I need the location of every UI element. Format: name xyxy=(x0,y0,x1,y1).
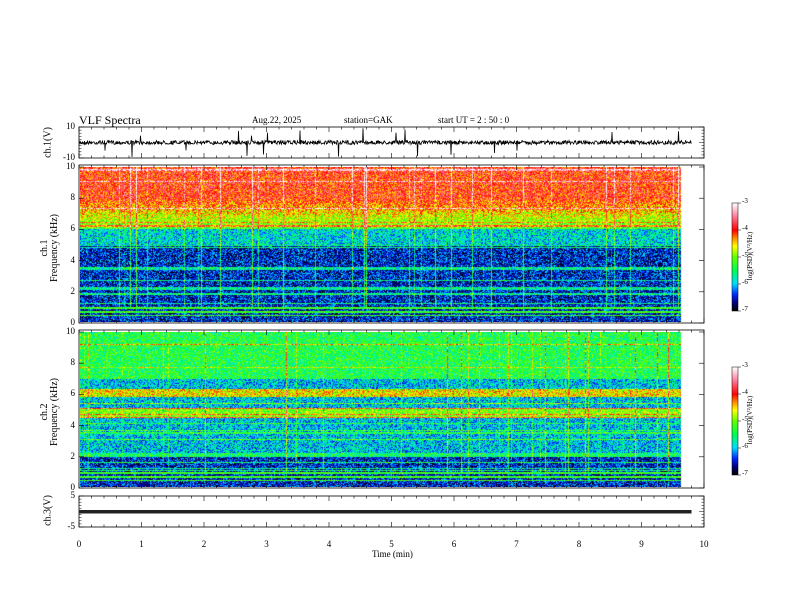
x-axis-label: Time (min) xyxy=(372,549,413,559)
ch1-spec-ylabel: ch.1 Frequency (kHz) xyxy=(39,213,60,283)
y-tick-label: 8 xyxy=(70,357,76,368)
y-tick-label: -5 xyxy=(67,521,76,531)
colorbar-tick-label: -6 xyxy=(742,278,748,286)
colorbar-tick-label: -4 xyxy=(742,224,748,232)
panel-frame-3 xyxy=(78,329,705,489)
x-tick-label: 1 xyxy=(139,539,144,549)
colorbar-tick-label: -7 xyxy=(742,305,748,313)
colorbar-tick-label: -5 xyxy=(742,251,748,259)
ch3-waveform-ylabel: ch.3(V) xyxy=(42,495,54,526)
colorbar-frame xyxy=(731,202,739,312)
ch1-waveform-ylabel: ch.1(V) xyxy=(42,127,54,158)
colorbar-tick-label: -3 xyxy=(742,197,748,205)
ch1-waveform-line xyxy=(78,128,692,158)
ch2-spec-ylabel: ch.2 Frequency (kHz) xyxy=(39,377,60,447)
y-tick-label: 4 xyxy=(70,254,76,265)
x-tick-label: 8 xyxy=(576,539,582,549)
y-tick-label: 2 xyxy=(70,285,76,296)
y-tick-label: 10 xyxy=(66,121,75,131)
y-tick-label: 6 xyxy=(70,388,76,399)
x-tick-label: 2 xyxy=(201,539,207,549)
y-tick-label: 8 xyxy=(70,192,76,203)
colorbar-tick-label: -3 xyxy=(742,361,748,369)
x-tick-label: 5 xyxy=(389,539,394,549)
y-tick-label: 5 xyxy=(70,490,76,500)
y-tick-label: -10 xyxy=(63,152,75,162)
y-tick-label: 10 xyxy=(66,326,75,336)
vlf-figure: VLF Spectra Aug.22, 2025 station=GAK sta… xyxy=(0,0,792,612)
y-tick-label: 10 xyxy=(66,161,75,171)
y-tick-label: 4 xyxy=(70,419,76,430)
x-tick-label: 4 xyxy=(326,539,332,549)
x-tick-label: 0 xyxy=(76,539,82,549)
x-tick-label: 9 xyxy=(639,539,644,549)
x-tick-label: 3 xyxy=(264,539,269,549)
colorbar-tick-label: -6 xyxy=(742,442,748,450)
x-tick-label: 6 xyxy=(451,539,457,549)
x-tick-label: 10 xyxy=(699,539,709,549)
ch3-waveform-line xyxy=(79,510,692,514)
colorbar-tick-label: -4 xyxy=(742,388,748,396)
axes-layer xyxy=(78,126,741,528)
x-tick-label: 7 xyxy=(514,539,519,549)
colorbar-frame xyxy=(731,366,739,476)
panel-frame-2 xyxy=(78,164,705,324)
colorbar-tick-label: -7 xyxy=(742,469,748,477)
y-tick-label: 6 xyxy=(70,223,76,234)
colorbar-tick-label: -5 xyxy=(742,415,748,423)
y-tick-label: 2 xyxy=(70,450,76,461)
